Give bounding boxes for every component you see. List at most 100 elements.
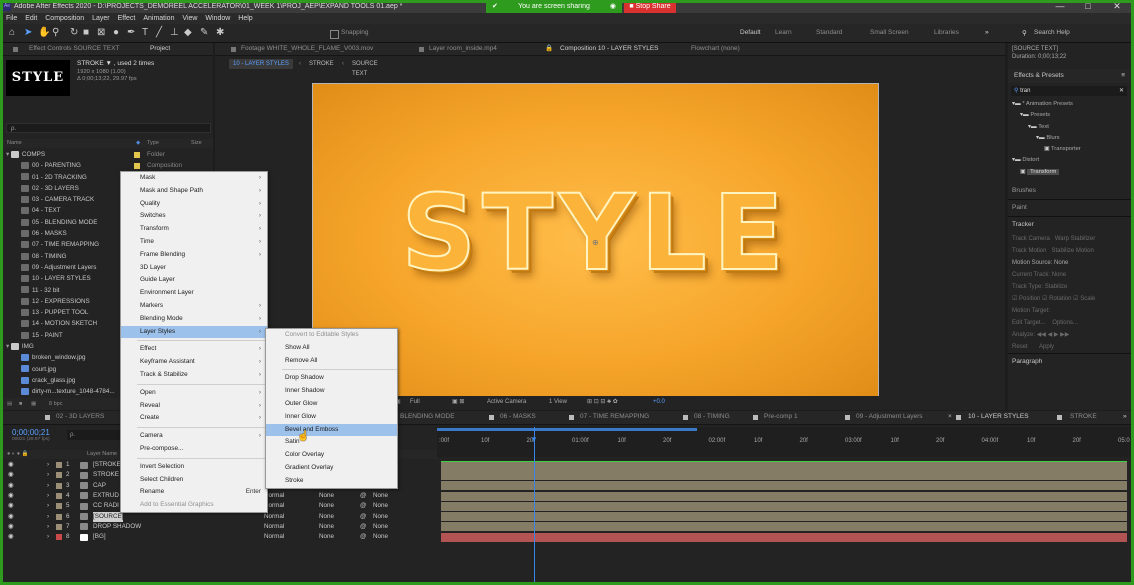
effects-tree-item[interactable]: ▾▬ Blurs [1008, 133, 1131, 144]
more-workspaces-icon[interactable]: » [985, 29, 989, 36]
minimize-button[interactable]: — [1049, 0, 1071, 13]
new-comp-icon[interactable]: ▦ [31, 398, 36, 410]
scale-checkbox[interactable]: ☑ Scale [1073, 296, 1095, 302]
twirl-icon[interactable]: › [47, 512, 49, 522]
tab-stroke[interactable]: STROKE [1070, 411, 1097, 423]
project-item[interactable]: 00 - PARENTING Composition [3, 160, 213, 171]
av-switches-icons[interactable]: ● ◐ ● 🔒 [7, 450, 28, 459]
tab-project[interactable]: Project [150, 43, 170, 55]
workspace-learn[interactable]: Learn [775, 29, 792, 36]
interpret-footage-icon[interactable]: ▤ [7, 398, 12, 410]
menu-composition[interactable]: Composition [45, 15, 84, 22]
parent-select[interactable]: None [373, 501, 388, 511]
menu-item-outer-glow[interactable]: Outer Glow [266, 398, 397, 411]
eraser-tool-icon[interactable]: ◆ [184, 27, 192, 38]
type-tool-icon[interactable]: T [142, 27, 148, 38]
reset-button[interactable]: Reset [1012, 344, 1028, 350]
eye-icon[interactable]: ◉ [8, 470, 14, 480]
layer-row[interactable]: ◉ › 7 DROP SHADOW Normal None @ None [3, 522, 437, 532]
menu-item-rename[interactable]: Rename Enter [121, 486, 267, 499]
roto-brush-tool-icon[interactable]: ✎ [200, 27, 208, 38]
pickwhip-icon[interactable]: @ [360, 491, 366, 501]
analyze-controls-icons[interactable]: ◀◀ ◀ ▶ ▶▶ [1037, 332, 1070, 338]
close-window-button[interactable]: ✕ [1106, 0, 1128, 13]
twirl-icon[interactable]: › [47, 460, 49, 470]
label-color-swatch[interactable] [134, 163, 140, 170]
menu-effect[interactable]: Effect [118, 15, 136, 22]
position-checkbox[interactable]: ☑ Position [1012, 296, 1040, 302]
layer-duration-bar[interactable] [441, 501, 1127, 511]
menu-item-switches[interactable]: Switches › [121, 210, 267, 223]
menu-layer[interactable]: Layer [92, 15, 110, 22]
twirl-icon[interactable]: › [47, 481, 49, 491]
eye-icon[interactable]: ◉ [8, 532, 14, 542]
warp-stabilizer-button[interactable]: Warp Stabilizer [1055, 236, 1095, 242]
menu-item-layer-styles[interactable]: Layer Styles › [121, 325, 267, 339]
effects-tree-item[interactable]: ▾▬ Distort [1008, 155, 1131, 166]
menu-item-track-stabilize[interactable]: Track & Stabilize › [121, 369, 267, 382]
blend-mode-select[interactable]: Normal [264, 512, 284, 522]
track-type-select[interactable]: Stabilize [1045, 284, 1068, 290]
anchor-point-icon[interactable]: ⊕ [592, 238, 599, 247]
menu-item-camera[interactable]: Camera › [121, 430, 267, 443]
bpc-label[interactable]: 8 bpc [49, 398, 62, 410]
paragraph-panel-title[interactable]: Paragraph [1008, 353, 1131, 370]
pickwhip-icon[interactable]: @ [360, 522, 366, 532]
tracker-panel-title[interactable]: Tracker [1008, 216, 1131, 233]
breadcrumb-comp[interactable]: 10 - LAYER STYLES [229, 59, 293, 69]
clone-stamp-tool-icon[interactable]: ⊥ [170, 27, 179, 38]
pan-behind-tool-icon[interactable]: ⊠ [97, 27, 105, 38]
menu-item-environment-layer[interactable]: Environment Layer [121, 287, 267, 300]
effects-tree-item[interactable]: ▣ Transform [1008, 167, 1131, 178]
tab-09-adjustment-layers[interactable]: 09 - Adjustment Layers [856, 411, 922, 423]
label-col-icon[interactable]: ◆ [136, 139, 140, 148]
menu-item-reveal[interactable]: Reveal › [121, 400, 267, 413]
menu-help[interactable]: Help [238, 15, 252, 22]
menu-item-inner-shadow[interactable]: Inner Shadow [266, 385, 397, 398]
parent-select[interactable]: None [373, 532, 388, 542]
workspace-standard[interactable]: Standard [816, 29, 842, 36]
selection-tool-icon[interactable]: ➤ [24, 27, 32, 38]
track-matte-select[interactable]: None [319, 532, 334, 542]
menu-item-keyframe-assistant[interactable]: Keyframe Assistant › [121, 356, 267, 369]
eye-icon[interactable]: ◉ [8, 491, 14, 501]
eye-icon[interactable]: ◉ [8, 501, 14, 511]
layer-name[interactable]: EXTRUD [93, 491, 119, 501]
breadcrumb-stroke[interactable]: STROKE [309, 59, 334, 69]
eye-icon[interactable]: ◉ [8, 512, 14, 522]
close-tab-icon[interactable]: × [948, 411, 952, 423]
current-track-select[interactable]: None [1052, 272, 1066, 278]
layer-name[interactable]: CC RADI [93, 501, 119, 511]
menu-item-inner-glow[interactable]: Inner Glow [266, 411, 397, 424]
layer-name[interactable]: DROP SHADOW [93, 522, 141, 532]
menu-item-create[interactable]: Create › [121, 412, 267, 425]
menu-item-show-all[interactable]: Show All [266, 342, 397, 355]
tab-flowchart[interactable]: Flowchart (none) [691, 43, 740, 55]
menu-item-mask-and-shape-path[interactable]: Mask and Shape Path › [121, 185, 267, 198]
more-tabs-icon[interactable]: » [1123, 411, 1127, 423]
twirl-icon[interactable]: › [47, 470, 49, 480]
panel-menu-icon-effects[interactable]: ≡ [1121, 69, 1125, 83]
menu-animation[interactable]: Animation [143, 15, 174, 22]
twirl-icon[interactable]: › [47, 532, 49, 542]
rotate-tool-icon[interactable]: ↻ [70, 27, 78, 38]
layer-duration-bar[interactable] [441, 512, 1127, 522]
track-motion-button[interactable]: Track Motion [1012, 248, 1046, 254]
stop-share-button[interactable]: ■ Stop Share [624, 0, 676, 13]
breadcrumb-source-text[interactable]: SOURCE TEXT [352, 59, 378, 79]
layer-label-swatch[interactable] [56, 503, 62, 510]
menu-window[interactable]: Window [205, 15, 230, 22]
layer-label-swatch[interactable] [56, 482, 62, 489]
search-help-input[interactable]: Search Help [1034, 29, 1070, 36]
tab-footage[interactable]: Footage WHITE_WHOLE_FLAME_V003.mov [241, 43, 373, 55]
layer-name[interactable]: CAP [93, 481, 106, 491]
menu-item-mask[interactable]: Mask › [121, 172, 267, 185]
eye-icon[interactable]: ◉ [8, 481, 14, 491]
tab-02-3d-layers[interactable]: 02 - 3D LAYERS [56, 411, 104, 423]
menu-item-select-children[interactable]: Select Children [121, 474, 267, 487]
panel-menu-icon[interactable] [13, 47, 18, 52]
parent-select[interactable]: None [373, 491, 388, 501]
eye-icon[interactable]: ◉ [8, 522, 14, 532]
twirl-icon[interactable]: › [47, 491, 49, 501]
hand-tool-icon[interactable]: ✋ [38, 27, 50, 38]
